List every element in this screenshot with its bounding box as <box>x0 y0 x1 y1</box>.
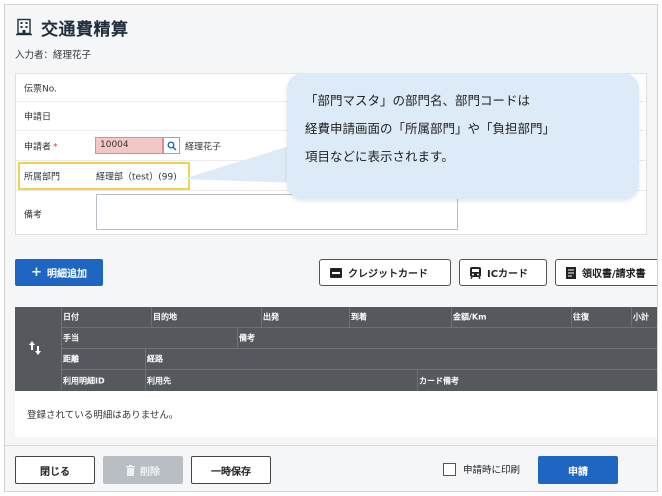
delete-button[interactable]: 削除 <box>103 456 183 484</box>
search-icon <box>167 141 177 151</box>
submit-button[interactable]: 申請 <box>538 456 618 484</box>
col-distance: 距離 <box>63 354 79 364</box>
detail-header-row-4: 利用明細ID 利用先 カード備考 <box>61 370 657 391</box>
required-mark: * <box>53 142 58 152</box>
col-allowance: 手当 <box>63 333 79 343</box>
callout-text: 「部門マスタ」の部門名、部門コードは 経費申請画面の「所属部門」や「負担部門」 … <box>305 93 556 164</box>
remark-textarea[interactable] <box>96 194 458 230</box>
col-subtotal: 小計 <box>633 312 649 322</box>
entrant-info: 入力者：経理花子 <box>15 47 91 61</box>
print-on-submit-label: 申請時に印刷 <box>463 465 521 476</box>
remark-label: 備考 <box>24 210 43 220</box>
col-date: 日付 <box>63 312 79 322</box>
entrant-name: 経理花子 <box>53 50 92 61</box>
print-on-submit-checkbox[interactable] <box>443 463 456 476</box>
train-icon <box>470 266 481 279</box>
col-route: 経路 <box>147 354 163 364</box>
ic-card-label: ICカード <box>487 269 529 280</box>
sort-icon[interactable] <box>29 341 41 355</box>
col-destination: 目的地 <box>153 312 177 322</box>
callout-pointer <box>183 143 299 183</box>
applicant-label-text: 申請者 <box>24 142 52 152</box>
credit-card-label: クレジットカード <box>348 269 428 280</box>
col-departure: 出発 <box>263 312 279 322</box>
slip-no-label: 伝票No. <box>24 84 57 94</box>
detail-header-row-3: 距離 経路 <box>61 349 657 370</box>
building-icon <box>16 18 32 36</box>
col-roundtrip: 往復 <box>573 312 589 322</box>
detail-table-header: 日付 目的地 出発 到着 金額/Km 往復 小計 手当 備考 距離 経路 利用明… <box>15 307 657 391</box>
receipt-label: 領収書/請求書 <box>582 269 646 280</box>
receipt-icon <box>566 266 576 279</box>
temp-save-button[interactable]: 一時保存 <box>191 456 271 484</box>
credit-card-button[interactable]: クレジットカード <box>319 259 451 286</box>
applicant-code-input[interactable]: 10004 <box>95 137 163 154</box>
col-arrival: 到着 <box>351 312 367 322</box>
receipt-button[interactable]: 領収書/請求書 <box>555 259 657 286</box>
footer-bar: 閉じる 削除 一時保存 申請時に印刷 申請 <box>5 445 657 491</box>
close-button[interactable]: 閉じる <box>15 456 95 484</box>
page-header: 交通費精算 <box>15 15 129 40</box>
page-title: 交通費精算 <box>41 19 129 40</box>
col-merchant: 利用先 <box>147 376 171 385</box>
detail-header-row-2: 手当 備考 <box>61 328 657 349</box>
trash-icon <box>126 464 135 476</box>
plus-icon: + <box>31 265 42 280</box>
col-note: 備考 <box>239 333 255 343</box>
col-amount: 金額/Km <box>453 312 487 322</box>
credit-card-icon <box>330 267 342 278</box>
ic-card-button[interactable]: ICカード <box>459 259 547 286</box>
app-window: 交通費精算 入力者：経理花子 伝票No. 申請日 申請者 * 10004 経理花子… <box>4 4 658 492</box>
delete-label: 削除 <box>140 466 160 478</box>
explanation-callout: 「部門マスタ」の部門名、部門コードは 経費申請画面の「所属部門」や「負担部門」 … <box>287 73 639 199</box>
col-usage-id: 利用明細ID <box>63 376 105 385</box>
entrant-label: 入力者： <box>15 50 54 61</box>
applicant-label: 申請者 * <box>24 139 58 152</box>
empty-detail-message: 登録されている明細はありません。 <box>15 391 657 437</box>
applicant-search-button[interactable] <box>163 137 180 154</box>
dept-highlight-box <box>18 162 190 190</box>
add-detail-label: 明細追加 <box>46 269 87 280</box>
apply-date-label: 申請日 <box>24 112 52 123</box>
add-detail-button[interactable]: + 明細追加 <box>15 259 103 286</box>
col-card-note: カード備考 <box>419 376 459 385</box>
